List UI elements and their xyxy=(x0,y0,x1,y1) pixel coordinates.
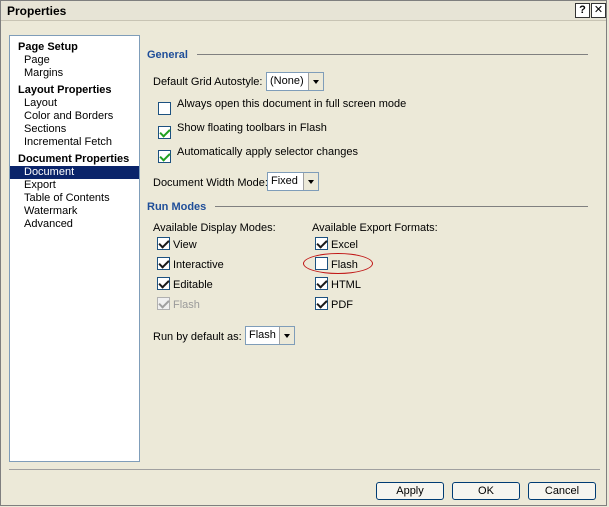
full-screen-checkbox[interactable] xyxy=(158,102,171,115)
dialog-title: Properties xyxy=(7,4,67,18)
nav-item-color-and-borders[interactable]: Color and Borders xyxy=(24,110,113,122)
export-html-checkbox[interactable] xyxy=(315,277,328,290)
nav-group-layout-properties[interactable]: Layout Properties xyxy=(18,84,112,96)
highlight-annotation xyxy=(303,253,373,274)
ok-button[interactable]: OK xyxy=(452,482,520,500)
nav-item-watermark[interactable]: Watermark xyxy=(24,205,77,217)
nav-item-page[interactable]: Page xyxy=(24,54,50,66)
chevron-down-icon[interactable] xyxy=(303,173,318,190)
run-modes-section-title: Run Modes xyxy=(147,201,207,213)
chevron-down-icon[interactable] xyxy=(279,327,294,344)
export-excel-checkbox[interactable] xyxy=(315,237,328,250)
display-mode-flash-checkbox xyxy=(157,297,170,310)
width-mode-value: Fixed xyxy=(271,175,298,187)
export-pdf-label: PDF xyxy=(331,299,353,311)
nav-group-document-properties[interactable]: Document Properties xyxy=(18,153,129,165)
export-pdf-checkbox[interactable] xyxy=(315,297,328,310)
chevron-down-icon[interactable] xyxy=(308,73,323,90)
run-default-label: Run by default as: xyxy=(153,331,242,343)
width-mode-select[interactable]: Fixed xyxy=(267,172,319,191)
nav-item-margins[interactable]: Margins xyxy=(24,67,63,79)
footer-divider xyxy=(9,469,600,470)
export-excel-label: Excel xyxy=(331,239,358,251)
nav-item-sections[interactable]: Sections xyxy=(24,123,66,135)
nav-item-table-of-contents[interactable]: Table of Contents xyxy=(24,192,110,204)
nav-item-layout[interactable]: Layout xyxy=(24,97,57,109)
general-section-title: General xyxy=(147,49,188,61)
display-modes-label: Available Display Modes: xyxy=(153,222,276,234)
help-button[interactable]: ? xyxy=(575,3,590,18)
cancel-button[interactable]: Cancel xyxy=(528,482,596,500)
display-mode-editable-label: Editable xyxy=(173,279,213,291)
title-bar[interactable]: Properties ? ✕ xyxy=(1,1,606,21)
display-mode-editable-checkbox[interactable] xyxy=(157,277,170,290)
close-button[interactable]: ✕ xyxy=(591,3,606,18)
grid-autostyle-label: Default Grid Autostyle: xyxy=(153,76,263,88)
apply-selector-checkbox[interactable] xyxy=(158,150,171,163)
display-mode-flash-label: Flash xyxy=(173,299,200,311)
nav-group-page-setup[interactable]: Page Setup xyxy=(18,41,78,53)
nav-item-incremental-fetch[interactable]: Incremental Fetch xyxy=(24,136,112,148)
properties-dialog: Properties ? ✕ Page Setup Page Margins L… xyxy=(0,0,607,506)
grid-autostyle-value: (None) xyxy=(270,75,304,87)
display-mode-view-checkbox[interactable] xyxy=(157,237,170,250)
run-default-value: Flash xyxy=(249,329,276,341)
full-screen-label: Always open this document in full screen… xyxy=(177,98,407,110)
apply-button[interactable]: Apply xyxy=(376,482,444,500)
display-mode-view-label: View xyxy=(173,239,197,251)
run-default-select[interactable]: Flash xyxy=(245,326,295,345)
general-divider xyxy=(197,54,588,55)
export-formats-label: Available Export Formats: xyxy=(312,222,438,234)
nav-item-export[interactable]: Export xyxy=(24,179,56,191)
export-html-label: HTML xyxy=(331,279,361,291)
nav-item-advanced[interactable]: Advanced xyxy=(24,218,73,230)
floating-toolbars-checkbox[interactable] xyxy=(158,126,171,139)
run-modes-divider xyxy=(215,206,588,207)
apply-selector-label: Automatically apply selector changes xyxy=(177,146,358,158)
properties-nav-tree: Page Setup Page Margins Layout Propertie… xyxy=(9,35,140,462)
width-mode-label: Document Width Mode: xyxy=(153,177,268,189)
grid-autostyle-select[interactable]: (None) xyxy=(266,72,324,91)
display-mode-interactive-checkbox[interactable] xyxy=(157,257,170,270)
display-mode-interactive-label: Interactive xyxy=(173,259,224,271)
nav-item-document[interactable]: Document xyxy=(10,166,139,179)
floating-toolbars-label: Show floating toolbars in Flash xyxy=(177,122,327,134)
